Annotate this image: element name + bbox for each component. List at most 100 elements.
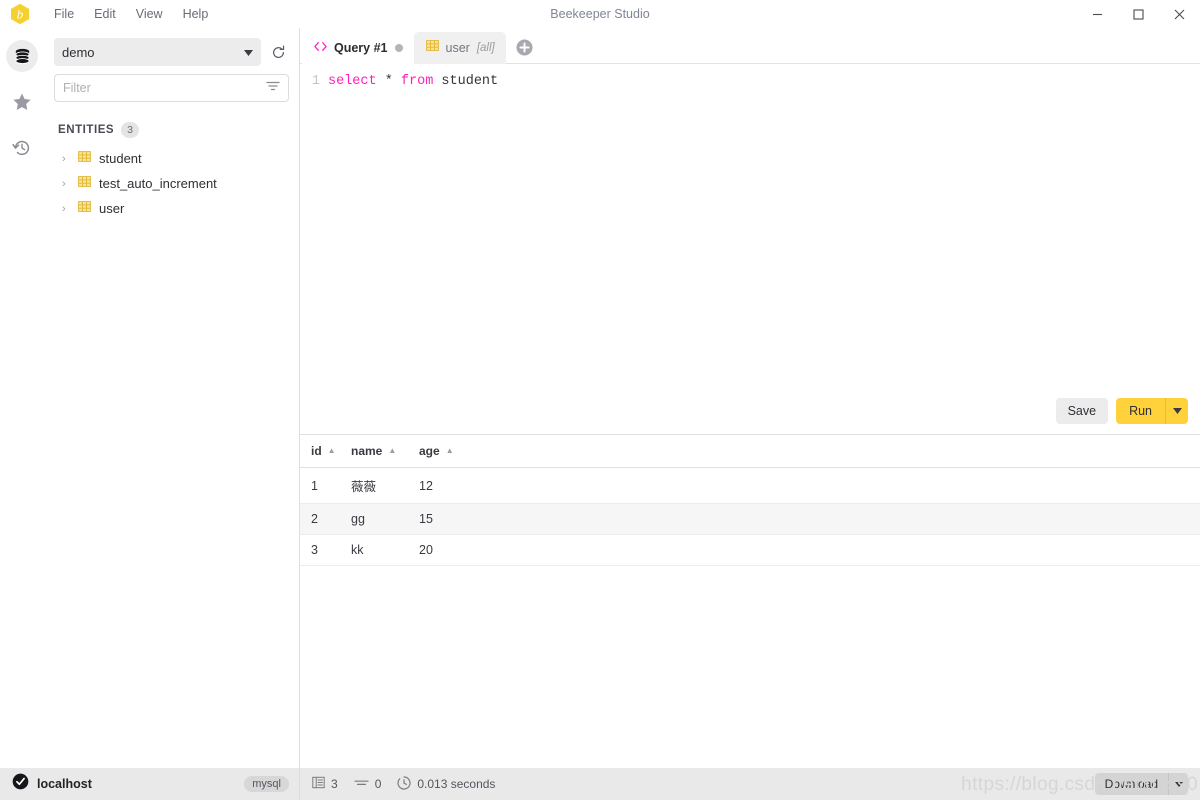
cell-spacer xyxy=(468,534,1200,566)
chevron-right-icon[interactable]: › xyxy=(62,178,70,190)
table-row[interactable]: 2 gg 15 xyxy=(300,503,1200,535)
title-bar: b File Edit View Help Beekeeper Studio xyxy=(0,0,1200,28)
menu-item-edit[interactable]: Edit xyxy=(85,4,125,24)
run-options-chevron-down-icon[interactable] xyxy=(1165,398,1188,424)
code-brackets-icon xyxy=(314,39,327,57)
column-header-age[interactable]: age ▲ xyxy=(408,435,468,468)
rows-count: 3 xyxy=(331,777,338,791)
results-panel: id ▲ name ▲ age ▲ 1 薇薇 12 2 gg 15 3 kk 2… xyxy=(300,434,1200,768)
tab-sublabel: [all] xyxy=(476,42,495,54)
filter-input[interactable] xyxy=(63,81,266,95)
chevron-down-icon xyxy=(244,43,253,61)
sort-asc-icon[interactable]: ▲ xyxy=(328,447,336,455)
download-button[interactable]: Download xyxy=(1094,773,1168,795)
main-panel: Query #1 user [all] 1 select * from stud… xyxy=(300,28,1200,768)
maximize-icon[interactable] xyxy=(1118,0,1159,28)
database-icon[interactable] xyxy=(6,40,38,72)
sql-keyword-from: from xyxy=(400,74,434,89)
cell-name[interactable]: gg xyxy=(340,503,408,535)
database-select-value: demo xyxy=(62,44,95,60)
database-selector-row: demo xyxy=(44,38,299,66)
sidebar-item-student[interactable]: › student xyxy=(44,146,299,171)
column-header-spacer xyxy=(468,435,1200,468)
elapsed-time-stat: 0.013 seconds xyxy=(397,775,496,793)
sidebar-item-test-auto-increment[interactable]: › test_auto_increment xyxy=(44,171,299,196)
app-body: demo Filter ENTITIES 3 › student › test_… xyxy=(0,28,1200,768)
cell-id[interactable]: 2 xyxy=(300,503,340,535)
connection-name: localhost xyxy=(37,777,92,791)
column-header-label: age xyxy=(419,444,440,458)
sort-asc-icon[interactable]: ▲ xyxy=(388,447,396,455)
table-header-row: id ▲ name ▲ age ▲ xyxy=(300,435,1200,468)
filter-row xyxy=(44,66,299,102)
refresh-icon[interactable] xyxy=(267,41,289,63)
cell-spacer xyxy=(468,467,1200,504)
cell-id[interactable]: 1 xyxy=(300,467,340,504)
beekeeper-hexagon-logo: b xyxy=(9,3,31,25)
entities-title: ENTITIES xyxy=(58,124,115,137)
sql-editor[interactable]: 1 select * from student Save Run xyxy=(300,64,1200,434)
save-button[interactable]: Save xyxy=(1055,398,1109,424)
tab-user[interactable]: user [all] xyxy=(413,32,506,64)
chevron-right-icon[interactable]: › xyxy=(62,153,70,165)
tab-label: Query #1 xyxy=(334,41,388,55)
cell-name[interactable]: kk xyxy=(340,534,408,566)
cell-age[interactable]: 12 xyxy=(408,467,468,504)
column-header-name[interactable]: name ▲ xyxy=(340,435,408,468)
cell-age[interactable]: 15 xyxy=(408,503,468,535)
line-number: 1 xyxy=(311,74,320,89)
chevron-right-icon[interactable]: › xyxy=(62,203,70,215)
icon-rail xyxy=(0,28,44,768)
table-row[interactable]: 3 kk 20 xyxy=(300,534,1200,566)
sql-keyword-select: select xyxy=(328,74,377,89)
add-tab-icon[interactable] xyxy=(516,39,533,56)
editor-actions: Save Run xyxy=(1055,398,1188,424)
results-empty-area xyxy=(300,566,1200,768)
menu-item-file[interactable]: File xyxy=(45,4,83,24)
tab-label: user xyxy=(445,41,470,55)
filter-box[interactable] xyxy=(54,74,289,102)
entities-header: ENTITIES 3 xyxy=(44,102,299,144)
sidebar-item-user[interactable]: › user xyxy=(44,196,299,221)
sidebar-item-label: user xyxy=(99,201,125,217)
menu-item-help[interactable]: Help xyxy=(174,4,218,24)
connection-status[interactable]: localhost mysql xyxy=(0,768,300,800)
cell-id[interactable]: 3 xyxy=(300,534,340,566)
cell-spacer xyxy=(468,503,1200,535)
menu-bar: File Edit View Help xyxy=(45,4,217,24)
database-select[interactable]: demo xyxy=(54,38,261,66)
filter-icon[interactable] xyxy=(266,79,280,97)
history-icon[interactable] xyxy=(6,132,38,164)
elapsed-time: 0.013 seconds xyxy=(417,777,496,791)
entity-tree: › student › test_auto_increment › user xyxy=(44,144,299,221)
table-icon xyxy=(78,175,91,193)
entities-count-badge: 3 xyxy=(121,122,139,139)
sql-table-name: student xyxy=(433,74,499,89)
svg-text:b: b xyxy=(17,7,24,22)
table-icon xyxy=(78,200,91,218)
run-button-group: Run xyxy=(1116,398,1188,424)
results-table-body: 1 薇薇 12 2 gg 15 3 kk 20 xyxy=(300,467,1200,566)
close-icon[interactable] xyxy=(1159,0,1200,28)
tab-unsaved-dot[interactable] xyxy=(394,44,403,52)
cell-age[interactable]: 20 xyxy=(408,534,468,566)
cell-name[interactable]: 薇薇 xyxy=(340,467,408,504)
table-row[interactable]: 1 薇薇 12 xyxy=(300,467,1200,504)
tab-bar: Query #1 user [all] xyxy=(300,28,1200,64)
affected-count: 0 xyxy=(374,777,382,791)
column-header-id[interactable]: id ▲ xyxy=(300,435,340,468)
sort-asc-icon[interactable]: ▲ xyxy=(446,447,454,455)
minimize-icon[interactable] xyxy=(1077,0,1118,28)
menu-item-view[interactable]: View xyxy=(127,4,172,24)
download-options-chevron-down-icon[interactable] xyxy=(1168,773,1188,795)
rows-returned-stat: 3 xyxy=(312,776,338,792)
download-button-group: Download xyxy=(1094,773,1188,795)
status-bar: localhost mysql 3 0 0.013 seconds Downlo… xyxy=(0,768,1200,800)
star-icon[interactable] xyxy=(6,86,38,118)
sql-text[interactable]: select * from student xyxy=(328,74,498,89)
tab-query-1[interactable]: Query #1 xyxy=(302,32,414,64)
window-controls xyxy=(1077,0,1200,28)
run-button[interactable]: Run xyxy=(1116,398,1165,424)
affected-rows-stat: 0 xyxy=(354,777,382,791)
clock-icon xyxy=(397,775,412,793)
